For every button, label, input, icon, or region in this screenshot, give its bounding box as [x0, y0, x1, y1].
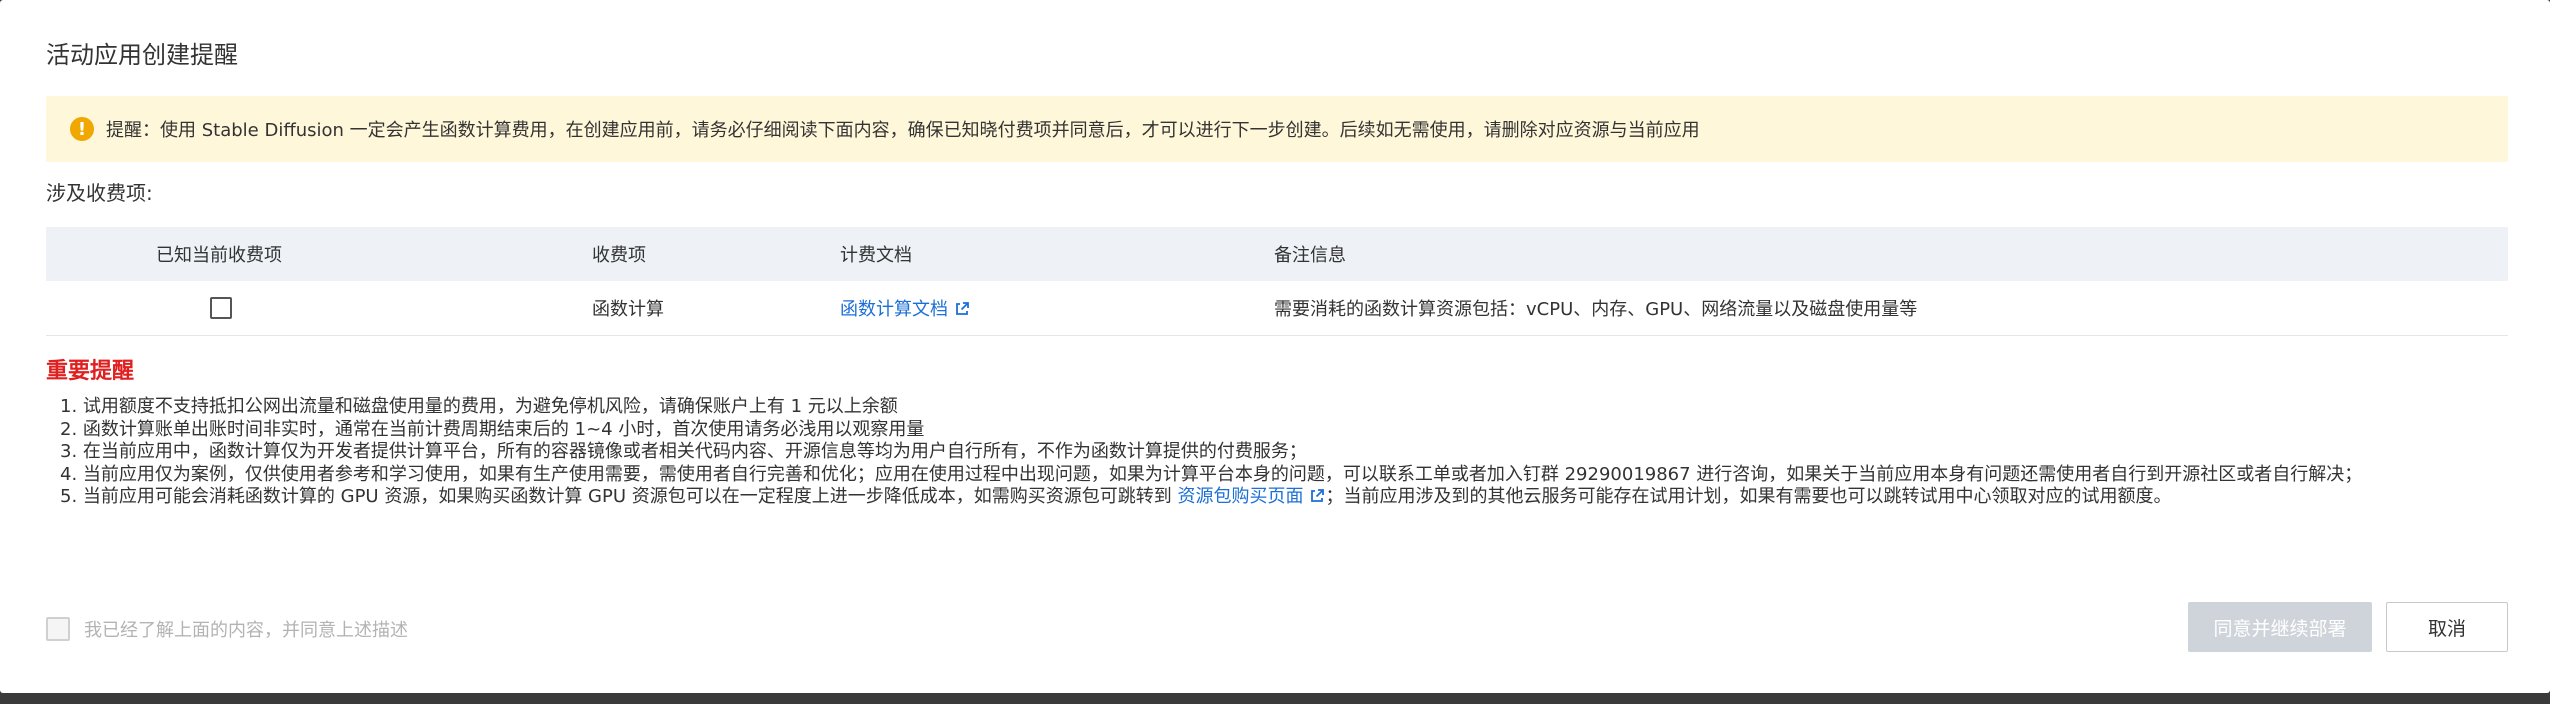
agree-checkbox-row[interactable]: 我已经了解上面的内容，并同意上述描述	[46, 616, 408, 642]
header-fee-item: 收费项	[592, 227, 840, 281]
fee-item-cell: 函数计算	[592, 281, 840, 336]
billing-doc-link[interactable]: 函数计算文档	[840, 299, 970, 320]
important-notes-list: 1. 试用额度不支持抵扣公网出流量和磁盘使用量的费用，为避免停机风险，请确保账户…	[60, 396, 2362, 509]
resource-package-link[interactable]: 资源包购买页面	[1177, 486, 1325, 507]
warning-alert: ! 提醒：使用 Stable Diffusion 一定会产生函数计算费用，在创建…	[46, 96, 2508, 162]
table-header-row: 已知当前收费项 收费项 计费文档 备注信息	[46, 227, 2508, 281]
dialog-title: 活动应用创建提醒	[46, 41, 238, 69]
fees-table: 已知当前收费项 收费项 计费文档 备注信息 函数计算 函数计算文档 需要消耗的函…	[46, 227, 2508, 336]
acknowledge-fee-checkbox[interactable]	[210, 297, 232, 319]
agree-label: 我已经了解上面的内容，并同意上述描述	[84, 620, 408, 641]
important-reminder-title: 重要提醒	[46, 359, 135, 384]
list-item: 4. 当前应用仅为案例，仅供使用者参考和学习使用，如果有生产使用需要，需使用者自…	[60, 463, 2363, 485]
creation-reminder-dialog: 活动应用创建提醒 ! 提醒：使用 Stable Diffusion 一定会产生函…	[0, 0, 2550, 693]
warning-icon: !	[70, 117, 94, 141]
header-acknowledged: 已知当前收费项	[46, 227, 592, 281]
external-link-icon	[956, 302, 969, 315]
header-remark: 备注信息	[1274, 227, 2508, 281]
acknowledge-cell	[46, 281, 592, 336]
external-link-icon	[1311, 489, 1325, 502]
list-item: 2. 函数计算账单出账时间非实时，通常在当前计费周期结束后的 1~4 小时，首次…	[60, 418, 925, 440]
list-item: 5. 当前应用可能会消耗函数计算的 GPU 资源，如果购买函数计算 GPU 资源…	[60, 486, 2172, 507]
fees-section-title: 涉及收费项:	[46, 181, 153, 205]
remark-cell: 需要消耗的函数计算资源包括：vCPU、内存、GPU、网络流量以及磁盘使用量等	[1274, 281, 2508, 336]
billing-doc-cell: 函数计算文档	[840, 281, 1274, 336]
alert-text: 提醒：使用 Stable Diffusion 一定会产生函数计算费用，在创建应用…	[106, 120, 1700, 141]
table-row: 函数计算 函数计算文档 需要消耗的函数计算资源包括：vCPU、内存、GPU、网络…	[46, 281, 2508, 336]
list-item: 1. 试用额度不支持抵扣公网出流量和磁盘使用量的费用，为避免停机风险，请确保账户…	[60, 396, 898, 417]
header-billing-doc: 计费文档	[840, 227, 1274, 281]
list-item: 3. 在当前应用中，函数计算仅为开发者提供计算平台，所有的容器镜像或者相关代码内…	[60, 441, 1307, 462]
agree-checkbox[interactable]	[46, 617, 70, 641]
agree-and-deploy-button[interactable]: 同意并继续部署	[2188, 602, 2372, 652]
cancel-button[interactable]: 取消	[2386, 602, 2508, 652]
